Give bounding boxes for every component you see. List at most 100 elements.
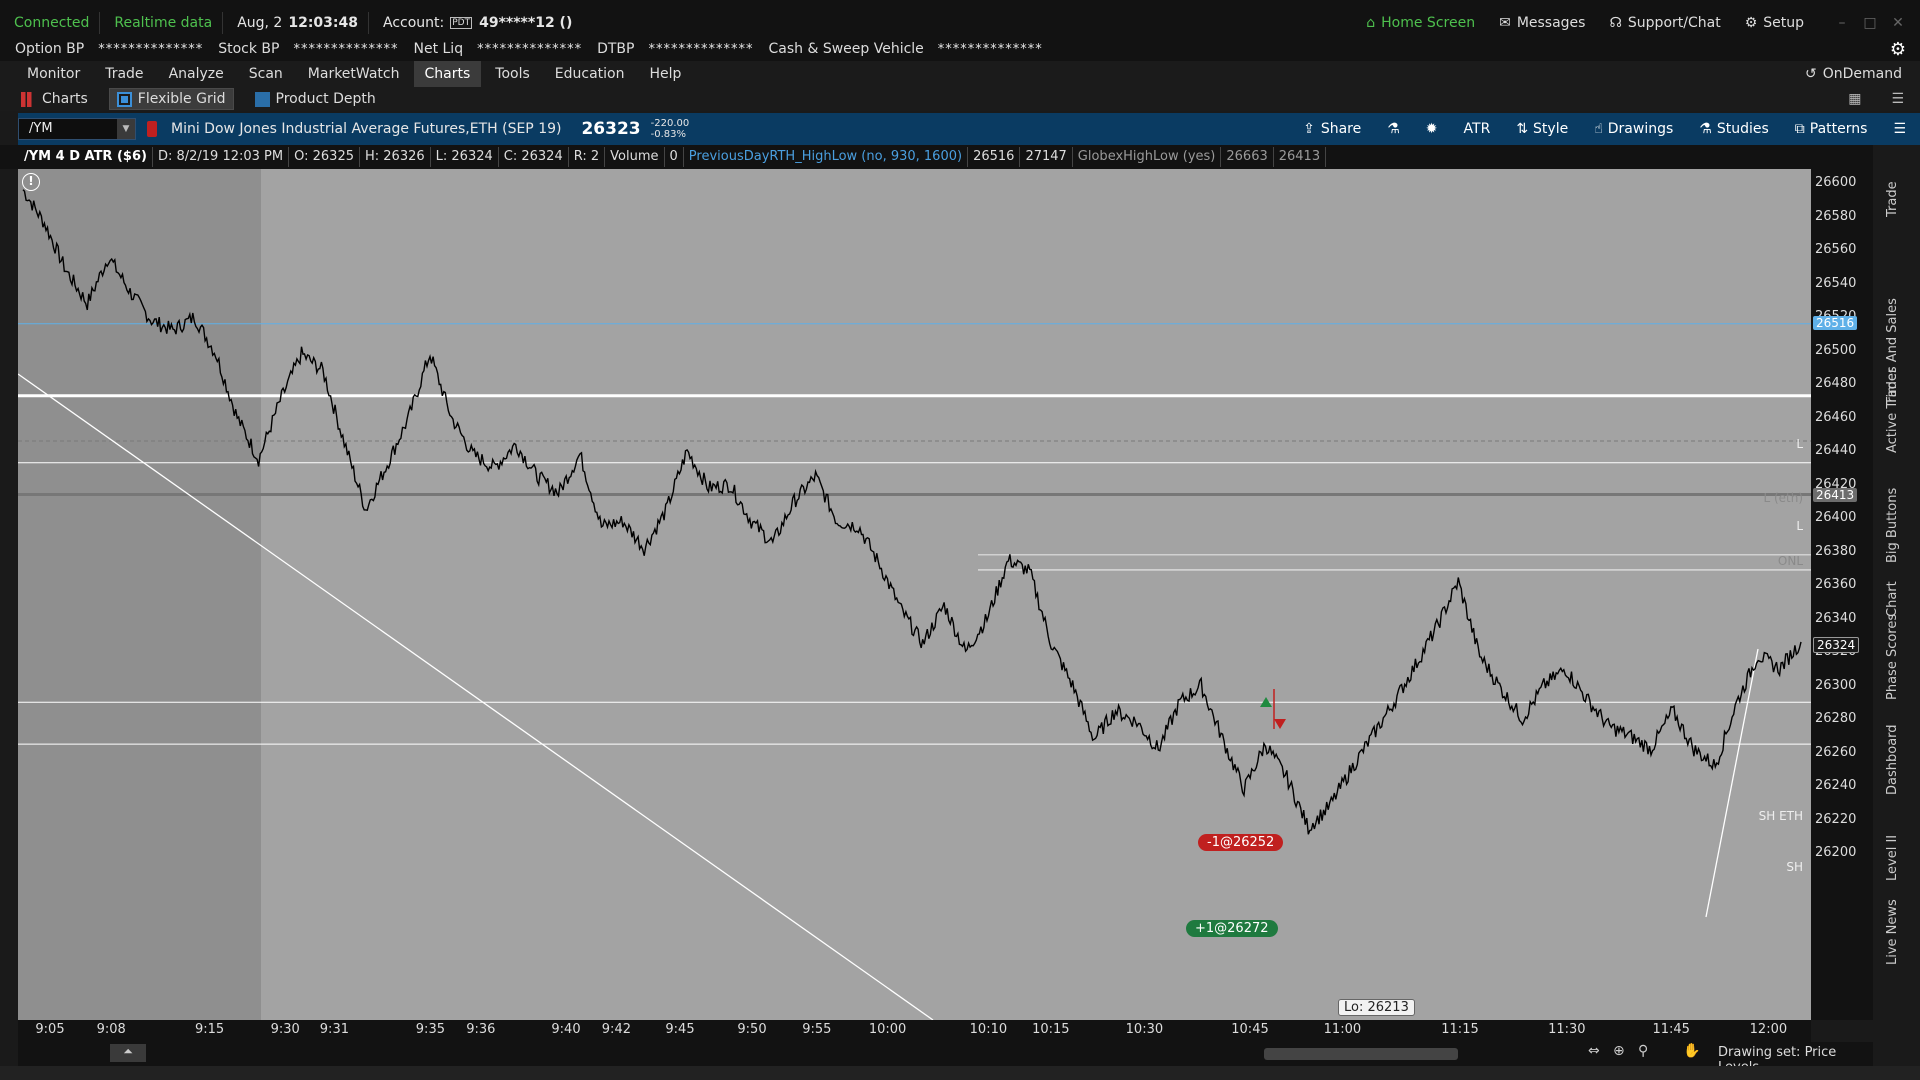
style-button[interactable]: ⇅ Style <box>1516 121 1568 137</box>
price-tick: 26580 <box>1815 208 1857 224</box>
symbol-description: Mini Dow Jones Industrial Average Future… <box>171 121 562 137</box>
hand-icon[interactable]: ✋ <box>1683 1043 1700 1059</box>
time-tick: 9:40 <box>551 1022 581 1037</box>
study1-value-b: 27147 <box>1020 147 1073 167</box>
chevron-down-icon[interactable]: ▼ <box>117 119 135 139</box>
symbol-input[interactable]: /YM ▼ <box>18 118 136 140</box>
close-icon[interactable]: ✕ <box>1884 15 1912 31</box>
price-tick: 26500 <box>1815 342 1857 358</box>
sell-order-badge[interactable]: -1@26252 <box>1198 834 1284 851</box>
pan-arrows-icon[interactable]: ⇔ <box>1588 1043 1600 1059</box>
side-panel-tabs: Trade Times And Sales Active Trader Big But… <box>1873 145 1920 1070</box>
studies-button[interactable]: ⚗ Studies <box>1699 121 1769 137</box>
time-tick: 10:10 <box>969 1022 1008 1037</box>
depth-icon <box>254 91 270 107</box>
divider <box>99 12 101 34</box>
drawings-button[interactable]: ☝ Drawings <box>1594 121 1673 137</box>
level-label-onl: ONL <box>1777 554 1803 568</box>
maximize-icon[interactable]: □ <box>1856 15 1884 31</box>
minimize-icon[interactable]: – <box>1828 15 1856 31</box>
time-tick: 10:45 <box>1231 1022 1269 1037</box>
link-color-icon[interactable] <box>147 121 157 137</box>
chart-scrollbar[interactable]: ⏶ ⇔ ⊕ ⚲ ✋ Drawing set: Price Levels <box>18 1042 1873 1075</box>
option-bp-label[interactable]: Option BP <box>15 41 84 57</box>
crosshair-icon[interactable]: ⊕ <box>1613 1043 1625 1059</box>
info-icon[interactable]: ! <box>22 173 40 191</box>
study-globex-highlow[interactable]: GlobexHighLow (yes) <box>1073 147 1222 167</box>
atr-button[interactable]: ATR <box>1464 121 1491 137</box>
tab-scan[interactable]: Scan <box>238 61 294 87</box>
time-axis[interactable]: 9:05 9:08 9:15 9:30 9:31 9:35 9:36 9:40 9:42 9:45… <box>18 1020 1811 1042</box>
clock: 12:03:48 <box>288 15 358 31</box>
share-button[interactable]: ⇪ Share <box>1303 121 1361 137</box>
time-tick: 9:50 <box>737 1022 767 1037</box>
settings-gear-icon[interactable]: ⚙ <box>1890 39 1906 60</box>
patterns-button[interactable]: ⧉ Patterns <box>1795 121 1868 137</box>
time-tick: 9:36 <box>466 1022 496 1037</box>
price-tick: 26600 <box>1815 175 1857 190</box>
subtab-product-depth[interactable]: Product Depth <box>248 88 383 110</box>
pattern-icon: ⧉ <box>1794 121 1805 137</box>
tab-charts[interactable]: Charts <box>413 61 482 87</box>
tab-tools[interactable]: Tools <box>484 61 541 87</box>
scroll-thumb[interactable] <box>1264 1048 1458 1060</box>
price-change: -220.00 -0.83% <box>651 118 690 140</box>
subtab-flexible-grid[interactable]: Flexible Grid <box>108 88 234 110</box>
time-tick: 10:00 <box>868 1022 907 1037</box>
tab-trade[interactable]: Trade <box>94 61 154 87</box>
tab-help[interactable]: Help <box>638 61 692 87</box>
support-chat-button[interactable]: ☊ Support/Chat <box>1609 15 1720 31</box>
chart-settings-icon[interactable]: ✹ <box>1426 121 1438 137</box>
volume-value: 0 <box>665 147 684 167</box>
side-tab-dashboard[interactable]: Dashboard <box>1885 724 1900 795</box>
tab-marketwatch[interactable]: MarketWatch <box>297 61 411 87</box>
side-tab-active-trader[interactable]: Active Trader <box>1885 368 1900 453</box>
price-tick: 26480 <box>1815 376 1857 391</box>
style-icon: ⇅ <box>1516 121 1529 137</box>
side-tab-trade[interactable]: Trade <box>1885 181 1900 217</box>
price-tick: 26280 <box>1815 711 1857 726</box>
zoom-icon[interactable]: ⚲ <box>1638 1043 1648 1059</box>
collapse-icon[interactable]: ⏶ <box>110 1044 146 1062</box>
price-tick: 26360 <box>1815 577 1857 592</box>
buy-order-badge[interactable]: +1@26272 <box>1186 920 1278 937</box>
price-axis[interactable]: 2660026580265602654026520265002648026460… <box>1811 169 1873 1020</box>
study2-value-a: 26663 <box>1221 147 1274 167</box>
side-tab-phase-scores[interactable]: Phase Scores <box>1885 614 1900 700</box>
chart-menu-icon[interactable]: ☰ <box>1893 121 1906 137</box>
flask-icon[interactable]: ⚗ <box>1387 121 1400 137</box>
study1-value-a: 26516 <box>968 147 1021 167</box>
side-tab-level-ii[interactable]: Level II <box>1885 835 1900 881</box>
setup-button[interactable]: ⚙ Setup <box>1745 15 1804 31</box>
study-prevday-highlow[interactable]: PreviousDayRTH_HighLow (no, 930, 1600) <box>684 147 969 167</box>
tab-analyze[interactable]: Analyze <box>158 61 235 87</box>
home-icon: ⌂ <box>1366 15 1376 31</box>
dtbp-value: ************** <box>648 41 754 57</box>
side-tab-big-buttons[interactable]: Big Buttons <box>1885 488 1900 563</box>
time-tick: 9:30 <box>270 1022 300 1037</box>
list-menu-icon[interactable]: ☰ <box>1891 91 1904 107</box>
subtab-charts[interactable]: Charts <box>14 88 95 110</box>
net-liq-label[interactable]: Net Liq <box>413 41 463 57</box>
tab-monitor[interactable]: Monitor <box>16 61 91 87</box>
dtbp-label: DTBP <box>597 41 635 57</box>
chart-area[interactable]: ! L L (eth) L ONL SH ETH SH -1@26252 +1@… <box>18 169 1811 1020</box>
beaker-icon: ⚗ <box>1699 121 1712 137</box>
tab-education[interactable]: Education <box>544 61 636 87</box>
time-tick: 9:35 <box>415 1022 445 1037</box>
ondemand-button[interactable]: ↺ OnDemand <box>1805 66 1902 82</box>
price-plot[interactable] <box>18 169 1811 1020</box>
grid-layout-icon[interactable]: ▦ <box>1848 91 1861 107</box>
realtime-status: Realtime data <box>114 15 213 31</box>
side-tab-live-news[interactable]: Live News <box>1885 899 1900 965</box>
side-tab-chart[interactable]: Chart <box>1885 581 1900 617</box>
share-icon: ⇪ <box>1303 121 1315 137</box>
price-tick: 26220 <box>1815 811 1857 827</box>
study2-value-b: 26413 <box>1274 147 1327 167</box>
price-tick: 26380 <box>1815 543 1857 559</box>
account-selector[interactable]: 49*****12 () <box>479 15 572 31</box>
time-tick: 11:30 <box>1548 1022 1586 1037</box>
messages-button[interactable]: ✉ Messages <box>1499 15 1585 31</box>
change-percent: -0.83% <box>650 129 687 140</box>
home-screen-button[interactable]: ⌂ Home Screen <box>1366 15 1475 31</box>
